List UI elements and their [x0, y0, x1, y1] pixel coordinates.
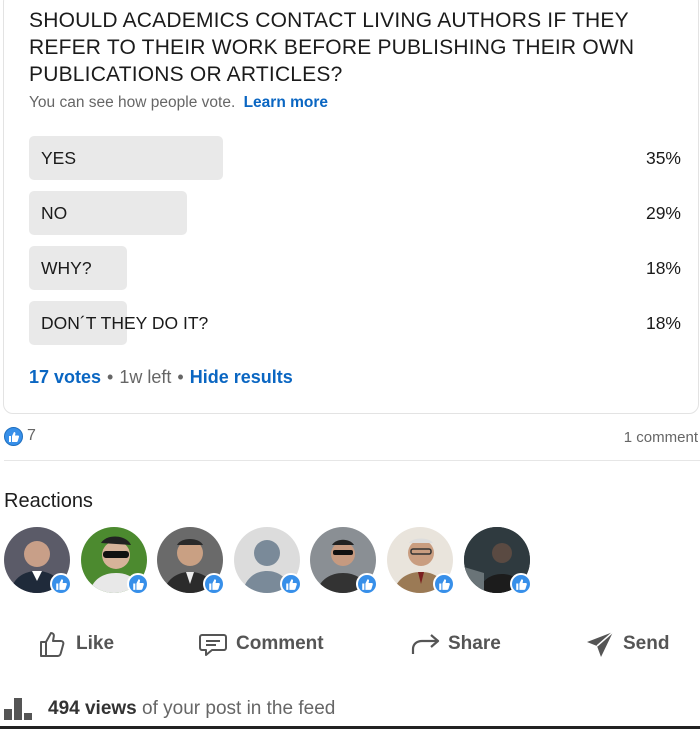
- poll-option-percent: 29%: [645, 203, 681, 223]
- social-counts: 7 1 comment: [0, 425, 700, 449]
- like-button[interactable]: Like: [38, 622, 114, 666]
- poll-question: SHOULD ACADEMICS CONTACT LIVING AUTHORS …: [29, 9, 635, 86]
- poll-option-percent: 18%: [645, 313, 681, 333]
- share-button[interactable]: Share: [410, 622, 501, 666]
- views-suffix: of your post in the feed: [142, 698, 336, 719]
- send-button[interactable]: Send: [585, 622, 669, 666]
- hide-results-link[interactable]: Hide results: [190, 367, 293, 387]
- divider: [4, 460, 700, 461]
- avatar[interactable]: [234, 527, 302, 595]
- like-reaction-icon[interactable]: [4, 427, 23, 446]
- post-page: SHOULD ACADEMICS CONTACT LIVING AUTHORS …: [0, 0, 700, 729]
- time-left: 1w left: [119, 367, 172, 387]
- poll-option-label: NO: [41, 203, 68, 223]
- poll-footer: 17 votes • 1w left • Hide results: [29, 367, 293, 388]
- separator-dot: •: [177, 367, 184, 387]
- avatar[interactable]: [387, 527, 455, 595]
- like-count[interactable]: 7: [27, 427, 36, 445]
- share-arrow-icon: [411, 634, 440, 654]
- like-icon: [127, 573, 149, 595]
- send-icon: [587, 631, 614, 657]
- learn-more-link[interactable]: Learn more: [244, 94, 328, 111]
- analytics-bars-icon: [4, 698, 32, 720]
- poll-option-label: WHY?: [41, 258, 92, 278]
- separator-dot: •: [107, 367, 114, 387]
- like-icon: [356, 573, 378, 595]
- poll-visibility-text: You can see how people vote.: [29, 94, 236, 111]
- send-label: Send: [623, 633, 670, 654]
- views-text: 494 views of your post in the feed: [48, 698, 335, 720]
- like-icon: [510, 573, 532, 595]
- poll-option-dont-they[interactable]: DON´T THEY DO IT? 18%: [29, 301, 681, 345]
- avatar[interactable]: [464, 527, 532, 595]
- poll-option-why[interactable]: WHY? 18%: [29, 246, 681, 290]
- poll-card: SHOULD ACADEMICS CONTACT LIVING AUTHORS …: [3, 0, 699, 414]
- like-icon: [50, 573, 72, 595]
- post-actions: Like Comment Share Send: [0, 622, 700, 666]
- avatar[interactable]: [157, 527, 225, 595]
- votes-link[interactable]: 17 votes: [29, 367, 101, 387]
- like-icon: [203, 573, 225, 595]
- post-views[interactable]: 494 views of your post in the feed: [4, 696, 335, 722]
- avatar[interactable]: [4, 527, 72, 595]
- poll-option-label: DON´T THEY DO IT?: [41, 313, 209, 333]
- comment-button[interactable]: Comment: [198, 622, 324, 666]
- poll-visibility-note: You can see how people vote. Learn more: [29, 94, 328, 112]
- avatar[interactable]: [81, 527, 149, 595]
- poll-option-percent: 35%: [645, 148, 681, 168]
- comment-icon: [199, 634, 227, 656]
- views-count: 494 views: [48, 698, 137, 719]
- comment-count[interactable]: 1 comment: [624, 429, 698, 446]
- reactions-heading: Reactions: [4, 490, 93, 512]
- share-label: Share: [448, 633, 501, 654]
- like-icon: [280, 573, 302, 595]
- thumbs-up-icon: [40, 632, 65, 657]
- poll-option-percent: 18%: [645, 258, 681, 278]
- avatar[interactable]: [310, 527, 378, 595]
- poll-option-no[interactable]: NO 29%: [29, 191, 681, 235]
- poll-option-yes[interactable]: YES 35%: [29, 136, 681, 180]
- like-icon: [433, 573, 455, 595]
- like-label: Like: [76, 633, 115, 654]
- poll-option-label: YES: [41, 148, 77, 168]
- comment-label: Comment: [236, 633, 324, 654]
